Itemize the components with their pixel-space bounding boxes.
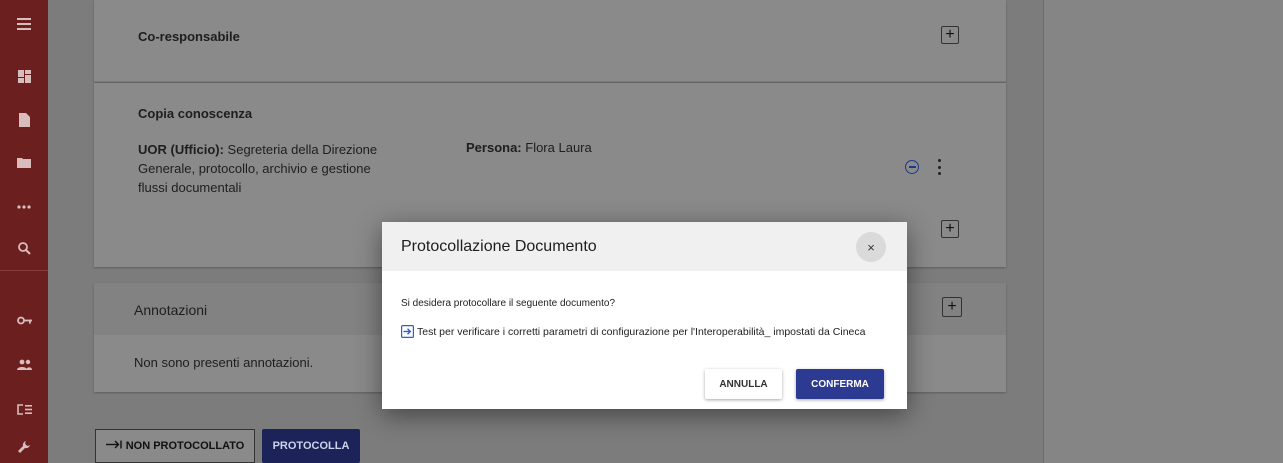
- add-coresponsabile-button[interactable]: +: [941, 26, 959, 44]
- add-copia-conoscenza-button[interactable]: +: [941, 220, 959, 238]
- remove-circle-icon[interactable]: [905, 160, 919, 174]
- more-horizontal-icon[interactable]: [0, 193, 48, 221]
- sidebar: [0, 0, 48, 463]
- wrench-icon[interactable]: [0, 433, 48, 461]
- sidebar-divider: [0, 270, 48, 271]
- menu-icon[interactable]: [0, 10, 48, 38]
- uor-label: UOR (Ufficio):: [138, 142, 224, 157]
- annotazioni-empty-text: Non sono presenti annotazioni.: [134, 355, 314, 370]
- arrow-right-bar-icon: [105, 440, 122, 452]
- coresponsabile-card: Co-responsabile +: [94, 0, 1006, 82]
- right-panel: [1043, 0, 1283, 463]
- uor-field: UOR (Ufficio): Segreteria della Direzion…: [138, 140, 388, 197]
- close-button[interactable]: ×: [856, 232, 886, 262]
- add-annotazione-button[interactable]: +: [942, 297, 962, 317]
- protocolla-button[interactable]: PROTOCOLLA: [262, 429, 360, 463]
- close-icon: ×: [867, 239, 875, 255]
- dashboard-icon[interactable]: [0, 62, 48, 90]
- non-protocollato-button[interactable]: NON PROTOCOLLATO: [95, 429, 255, 463]
- persona-label: Persona:: [466, 140, 522, 155]
- protocollazione-dialog: Protocollazione Documento × Si desidera …: [382, 222, 907, 409]
- dialog-question: Si desidera protocollare il seguente doc…: [401, 298, 616, 309]
- persona-value: Flora Laura: [521, 140, 592, 155]
- non-protocollato-label: NON PROTOCOLLATO: [125, 440, 245, 452]
- login-arrow-icon: [401, 325, 414, 338]
- persona-field: Persona: Flora Laura: [466, 140, 592, 155]
- document-icon[interactable]: [0, 106, 48, 134]
- users-icon[interactable]: [0, 350, 48, 378]
- folder-icon[interactable]: [0, 148, 48, 176]
- more-vertical-icon[interactable]: [936, 159, 942, 175]
- copia-conoscenza-title: Copia conoscenza: [138, 106, 253, 121]
- dialog-document-row: Test per verificare i corretti parametri…: [401, 325, 865, 338]
- dialog-header: Protocollazione Documento ×: [382, 222, 907, 271]
- key-icon[interactable]: [0, 306, 48, 334]
- dialog-document-title: Test per verificare i corretti parametri…: [417, 325, 866, 338]
- protocolla-label: PROTOCOLLA: [272, 440, 350, 452]
- coresponsabile-title: Co-responsabile: [138, 29, 240, 44]
- dialog-title: Protocollazione Documento: [401, 238, 597, 255]
- list-icon[interactable]: [0, 395, 48, 423]
- confirm-button[interactable]: CONFERMA: [796, 369, 884, 399]
- annotazioni-title: Annotazioni: [134, 302, 208, 318]
- search-icon[interactable]: [0, 234, 48, 262]
- cancel-button[interactable]: ANNULLA: [705, 369, 782, 399]
